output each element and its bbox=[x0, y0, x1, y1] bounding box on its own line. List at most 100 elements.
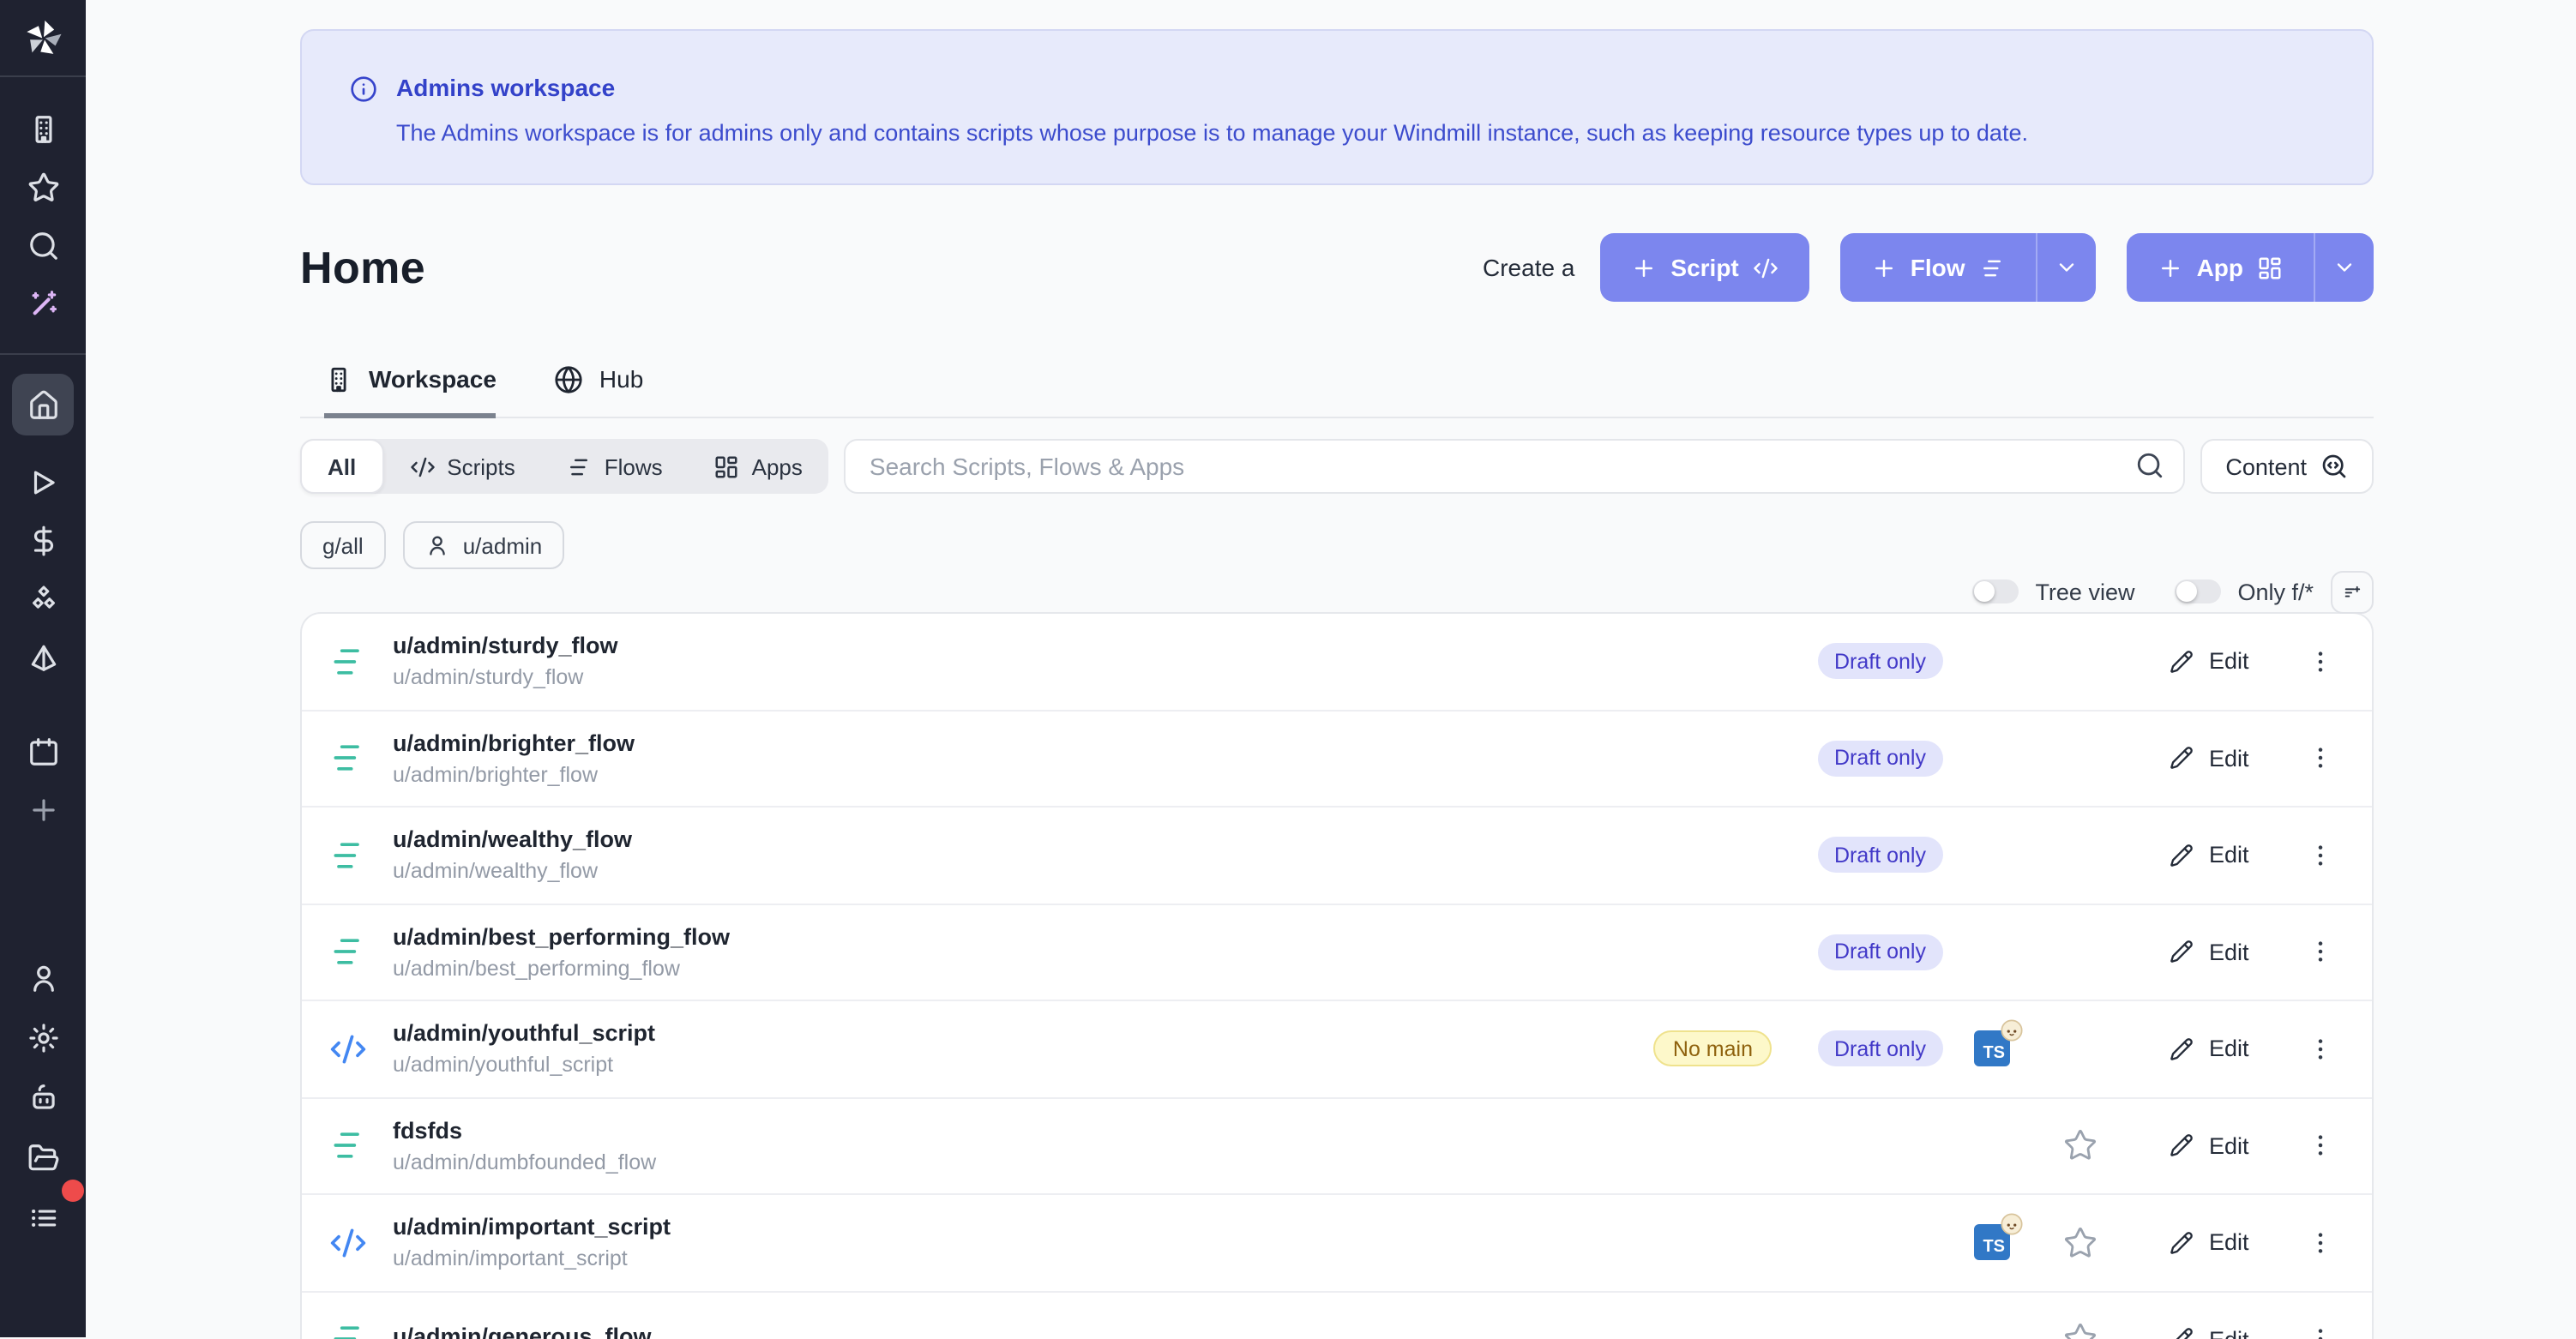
script-icon bbox=[329, 1030, 367, 1068]
sidebar-item-resources[interactable] bbox=[14, 571, 72, 627]
kebab-menu-button[interactable] bbox=[2303, 842, 2338, 869]
user-icon bbox=[425, 533, 449, 557]
create-app-dropdown-button[interactable] bbox=[2314, 233, 2374, 302]
flow-icon bbox=[329, 1321, 367, 1339]
filter-chip-g-all[interactable]: g/all bbox=[300, 521, 386, 569]
language-badge-slot bbox=[1974, 741, 2012, 777]
language-badge-slot: TS bbox=[1974, 1031, 2012, 1067]
kebab-menu-button[interactable] bbox=[2303, 1036, 2338, 1063]
segment-scripts-label: Scripts bbox=[447, 453, 515, 479]
kebab-menu-button[interactable] bbox=[2303, 939, 2338, 966]
sidebar-item-audit-logs[interactable] bbox=[14, 1190, 72, 1246]
grid-icon bbox=[714, 453, 740, 479]
content-search-button[interactable]: Content bbox=[2200, 439, 2374, 494]
sidebar-item-add[interactable] bbox=[14, 782, 72, 838]
filter-chip-u-admin[interactable]: u/admin bbox=[403, 521, 565, 569]
star-favorite-button[interactable] bbox=[2063, 1129, 2101, 1163]
edit-button[interactable]: Edit bbox=[2170, 843, 2300, 868]
sidebar-item-workers[interactable] bbox=[14, 1070, 72, 1126]
list-item[interactable]: fdsfds u/admin/dumbfounded_flow Edit bbox=[302, 1098, 2372, 1195]
item-name: u/admin/brighter_flow bbox=[393, 730, 635, 758]
sidebar-item-folders[interactable] bbox=[14, 1130, 72, 1186]
tree-view-toggle[interactable] bbox=[1971, 579, 2018, 603]
language-badge-slot bbox=[1974, 934, 2012, 970]
list-item[interactable]: u/admin/sturdy_flow u/admin/sturdy_flow … bbox=[302, 614, 2372, 711]
pyramid-icon bbox=[27, 641, 59, 674]
only-f-toggle[interactable] bbox=[2174, 579, 2220, 603]
list-item[interactable]: u/admin/wealthy_flow u/admin/wealthy_flo… bbox=[302, 808, 2372, 904]
language-badge-slot bbox=[1974, 838, 2012, 874]
banner-body: The Admins workspace is for admins only … bbox=[396, 118, 2028, 147]
create-script-button[interactable]: Script bbox=[1600, 233, 1809, 302]
item-path: u/admin/wealthy_flow bbox=[393, 860, 632, 884]
list-item[interactable]: u/admin/brighter_flow u/admin/brighter_f… bbox=[302, 711, 2372, 808]
play-icon bbox=[27, 466, 59, 499]
flow-icon bbox=[329, 643, 367, 681]
search-input[interactable] bbox=[844, 439, 2185, 494]
tab-hub[interactable]: Hub bbox=[555, 360, 643, 418]
kebab-menu-button[interactable] bbox=[2303, 745, 2338, 772]
tab-workspace[interactable]: Workspace bbox=[324, 360, 497, 418]
sidebar-item-runs[interactable] bbox=[14, 454, 72, 511]
kebab-menu-button[interactable] bbox=[2303, 648, 2338, 676]
edit-button[interactable]: Edit bbox=[2170, 1133, 2300, 1159]
star-favorite-button[interactable] bbox=[2063, 1226, 2101, 1260]
calendar-icon bbox=[27, 736, 59, 768]
create-a-label: Create a bbox=[1483, 254, 1574, 281]
plus-icon bbox=[27, 794, 59, 826]
sidebar-item-triggers[interactable] bbox=[14, 629, 72, 686]
chip-label: u/admin bbox=[463, 532, 543, 558]
edit-button[interactable]: Edit bbox=[2170, 940, 2300, 965]
sidebar-item-home[interactable] bbox=[12, 374, 74, 435]
plus-icon bbox=[1631, 255, 1657, 280]
item-name: u/admin/generous_flow bbox=[393, 1324, 652, 1339]
create-app-button[interactable]: App bbox=[2127, 233, 2314, 302]
gear-icon bbox=[27, 1022, 59, 1054]
edit-button[interactable]: Edit bbox=[2170, 746, 2300, 772]
star-favorite-button[interactable] bbox=[2063, 1323, 2101, 1339]
segment-flows[interactable]: Flows bbox=[541, 439, 689, 494]
sidebar-item-favorites[interactable] bbox=[14, 159, 72, 216]
flow-bars-icon bbox=[1979, 255, 2005, 280]
flow-icon bbox=[329, 740, 367, 778]
folder-icon bbox=[27, 1142, 59, 1174]
list-item[interactable]: u/admin/generous_flow Edit bbox=[302, 1292, 2372, 1339]
sidebar-item-settings[interactable] bbox=[14, 1010, 72, 1066]
sidebar-item-schedules[interactable] bbox=[14, 724, 72, 780]
create-flow-label: Flow bbox=[1911, 254, 1965, 281]
pencil-icon bbox=[2170, 1037, 2194, 1061]
segment-apps[interactable]: Apps bbox=[689, 439, 828, 494]
sidebar-item-search[interactable] bbox=[14, 218, 72, 274]
kebab-menu-button[interactable] bbox=[2303, 1229, 2338, 1257]
audit-list-icon bbox=[27, 1202, 59, 1234]
segment-scripts[interactable]: Scripts bbox=[383, 439, 540, 494]
flow-icon bbox=[329, 1127, 367, 1165]
edit-button[interactable]: Edit bbox=[2170, 649, 2300, 675]
item-path: u/admin/best_performing_flow bbox=[393, 957, 730, 981]
item-name: u/admin/best_performing_flow bbox=[393, 924, 730, 952]
language-badge-slot bbox=[1974, 644, 2012, 680]
no-main-badge: No main bbox=[1654, 1031, 1772, 1067]
kebab-icon bbox=[2307, 1036, 2334, 1063]
sidebar-item-ai[interactable] bbox=[14, 276, 72, 333]
globe-icon bbox=[555, 364, 584, 393]
star-icon bbox=[2063, 1129, 2098, 1163]
windmill-logo[interactable] bbox=[0, 0, 86, 75]
sidebar-item-user[interactable] bbox=[14, 950, 72, 1006]
language-badge-slot: TS bbox=[1974, 1225, 2012, 1261]
sidebar-item-variables[interactable] bbox=[14, 513, 72, 569]
segment-all[interactable]: All bbox=[300, 439, 383, 494]
create-flow-dropdown-button[interactable] bbox=[2036, 233, 2096, 302]
edit-button[interactable]: Edit bbox=[2170, 1230, 2300, 1256]
item-name: u/admin/youthful_script bbox=[393, 1021, 655, 1048]
segment-apps-label: Apps bbox=[752, 453, 803, 479]
create-flow-button[interactable]: Flow bbox=[1840, 233, 2036, 302]
sidebar-item-workspace[interactable] bbox=[14, 101, 72, 158]
kebab-menu-button[interactable] bbox=[2303, 1132, 2338, 1160]
edit-button[interactable]: Edit bbox=[2170, 1036, 2300, 1062]
list-item[interactable]: u/admin/important_script u/admin/importa… bbox=[302, 1195, 2372, 1292]
flow-bars-icon bbox=[567, 453, 593, 479]
list-item[interactable]: u/admin/youthful_script u/admin/youthful… bbox=[302, 1001, 2372, 1098]
filter-options-button[interactable] bbox=[2331, 570, 2374, 613]
list-item[interactable]: u/admin/best_performing_flow u/admin/bes… bbox=[302, 904, 2372, 1001]
